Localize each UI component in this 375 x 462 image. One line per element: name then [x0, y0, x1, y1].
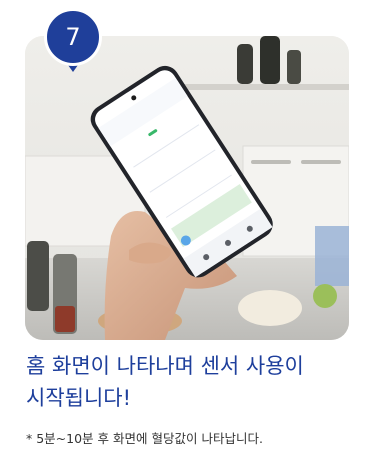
step-footnote: * 5분~10분 후 화면에 혈당값이 나타납니다.: [26, 431, 263, 446]
kitchen-scene: [25, 36, 349, 340]
headline-line1: 홈 화면이 나타나며 센서 사용이: [26, 354, 304, 378]
headline-line2: 시작됩니다!: [26, 386, 132, 410]
step-headline: 홈 화면이 나타나며 센서 사용이 시작됩니다!: [26, 350, 356, 414]
step-photo: [25, 36, 349, 340]
step-number: 7: [65, 23, 81, 51]
step-badge: 7: [44, 8, 102, 66]
